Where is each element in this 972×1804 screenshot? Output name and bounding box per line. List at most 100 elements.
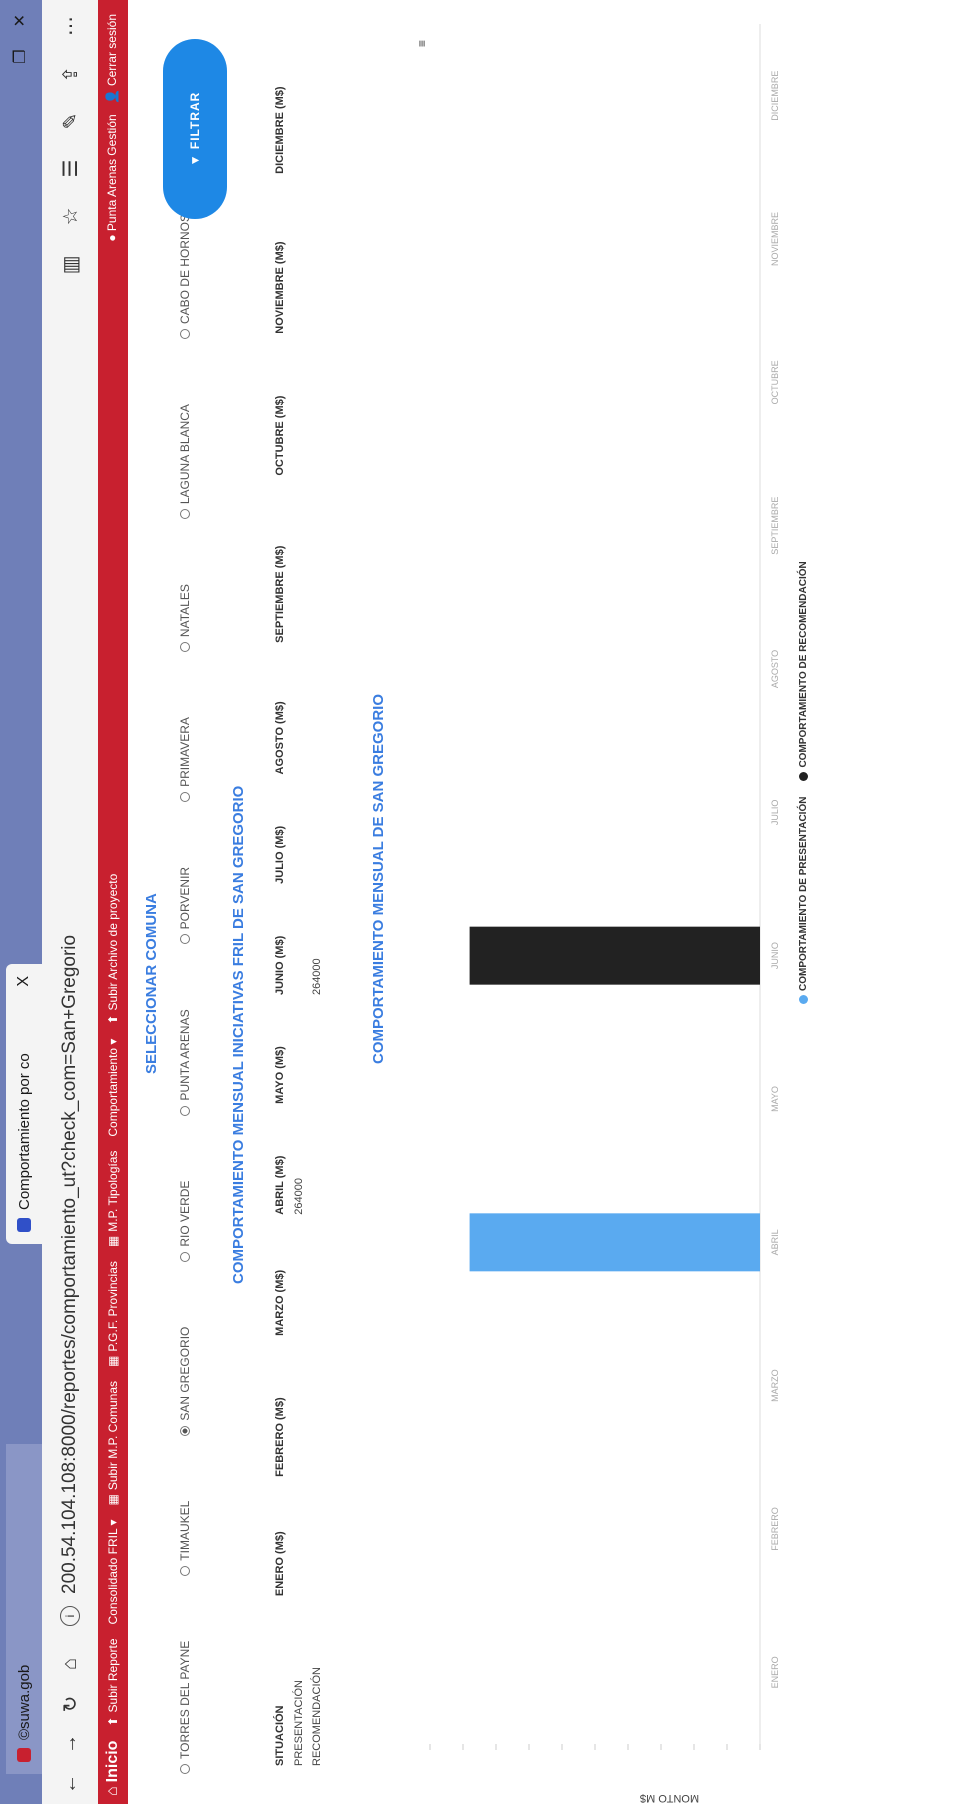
value-cell xyxy=(290,484,308,651)
value-cell xyxy=(308,342,326,484)
x-tick-label: DICIEMBRE xyxy=(770,71,780,121)
column-header: MARZO (M$) xyxy=(274,1269,286,1336)
x-tick-label: ABRIL xyxy=(770,1229,780,1255)
user-icon: 👤 xyxy=(105,89,119,105)
legend-item[interactable]: COMPORTAMIENTO DE RECOMENDACIÓN xyxy=(798,561,809,781)
commune-option[interactable]: TORRES DEL PAYNE xyxy=(178,1641,192,1774)
commune-option[interactable]: PRIMAVERA xyxy=(178,717,192,802)
nav-mp-tipologias[interactable]: ▦ M.P. Tipologías xyxy=(106,1151,120,1248)
upload-icon: ⬆ xyxy=(106,1014,120,1025)
tab-label: ©suwa.gob xyxy=(15,1664,33,1740)
table-row: PRESENTACIÓN 264000 xyxy=(290,29,308,1774)
chart-legend: COMPORTAMIENTO DE PRESENTACIÓN COMPORTAMI… xyxy=(798,561,809,1004)
value-cell xyxy=(290,1223,308,1344)
radio-button[interactable] xyxy=(180,1425,190,1436)
nav-comportamiento[interactable]: Comportamiento ▾ xyxy=(106,1039,120,1137)
favorite-star-icon[interactable]: ☆ xyxy=(58,207,83,225)
situation-cell: RECOMENDACIÓN xyxy=(311,1666,323,1766)
nav-inicio[interactable]: ⌂ Inicio xyxy=(104,1741,122,1796)
radio-button[interactable] xyxy=(180,1565,190,1576)
pen-icon[interactable]: ✎ xyxy=(58,113,83,130)
tab-suwa[interactable]: ©suwa.gob xyxy=(6,1444,42,1774)
column-header: AGOSTO (M$) xyxy=(274,701,286,775)
restore-window-icon[interactable]: ❐ xyxy=(10,49,30,63)
tab-comportamiento[interactable]: Comportamiento por co X xyxy=(6,964,42,1244)
home-icon: ⌂ xyxy=(104,1786,121,1796)
info-icon[interactable]: i xyxy=(60,1606,80,1626)
commune-option-label: LAGUNA BLANCA xyxy=(178,404,192,505)
commune-option[interactable]: LAGUNA BLANCA xyxy=(178,404,192,520)
nav-consolidado-fril[interactable]: Consolidado FRIL ▾ xyxy=(106,1519,120,1624)
table-body: PRESENTACIÓN 264000 RECOMENDACIÓN 264000 xyxy=(290,29,326,1774)
radio-button[interactable] xyxy=(180,1251,190,1262)
nav-pgf-provincias[interactable]: ▦ P.G.F. Provincias xyxy=(106,1261,120,1367)
x-tick-label: SEPTIEMBRE xyxy=(770,497,780,555)
radio-button[interactable] xyxy=(180,642,190,653)
more-icon[interactable]: ⋯ xyxy=(58,16,83,36)
legend-item[interactable]: COMPORTAMIENTO DE PRESENTACIÓN xyxy=(798,797,809,1004)
address-bar: ← → ↻ ⌂ i 200.54.104.108:8000/reportes/c… xyxy=(42,0,99,1804)
value-cell xyxy=(308,782,326,891)
value-cell: 264000 xyxy=(311,958,323,996)
commune-option-label: NATALES xyxy=(178,584,192,638)
x-tick-label: AGOSTO xyxy=(770,650,780,688)
column-header: DICIEMBRE (M$) xyxy=(274,86,286,174)
back-icon[interactable]: ← xyxy=(59,1764,82,1804)
share-icon[interactable]: ⇪ xyxy=(58,66,83,83)
url-text: 200.54.104.108:8000/reportes/comportamie… xyxy=(59,934,80,1594)
refresh-icon[interactable]: ↻ xyxy=(58,1684,83,1724)
nav-gestion[interactable]: ● Punta Arenas Gestión xyxy=(105,114,119,241)
column-header: JUNIO (M$) xyxy=(274,935,286,996)
commune-option[interactable]: PUNTA ARENAS xyxy=(178,1009,192,1116)
commune-option-label: PORVENIR xyxy=(178,866,192,930)
browser-toolbar: ▥ ☆ ☰ ✎ ⇪ ⋯ xyxy=(58,16,83,274)
column-header: SITUACIÓN xyxy=(274,1705,286,1767)
value-cell xyxy=(290,651,308,783)
value-cell xyxy=(308,29,326,182)
commune-option[interactable]: SAN GREGORIO xyxy=(178,1327,192,1436)
bar-recomendacion-junio[interactable] xyxy=(469,926,760,985)
nav-subir-reporte[interactable]: ⬆ Subir Reporte xyxy=(106,1638,120,1726)
value-cell: 264000 xyxy=(293,1178,305,1215)
forward-icon[interactable]: → xyxy=(59,1724,82,1764)
nav-subir-archivo[interactable]: ⬆ Subir Archivo de proyecto xyxy=(106,874,120,1025)
legend-swatch xyxy=(798,995,808,1004)
nav-subir-mp-comunas[interactable]: ▦ Subir M.P. Comunas xyxy=(106,1381,120,1506)
radio-button[interactable] xyxy=(180,791,190,802)
browser-window: ©suwa.gob Comportamiento por co X ❐ ✕ ← … xyxy=(0,0,972,1804)
filter-button[interactable]: ▼ FILTRAR xyxy=(163,39,227,219)
home-icon[interactable]: ⌂ xyxy=(59,1644,82,1684)
nav-user-area: ● Punta Arenas Gestión 👤 Cerrar sesión xyxy=(105,14,119,242)
radio-button[interactable] xyxy=(180,509,190,520)
x-tick-label: ENERO xyxy=(770,1656,780,1688)
app-navbar: ⌂ Inicio ⬆ Subir Reporte Consolidado FRIL… xyxy=(98,0,128,1804)
close-window-icon[interactable]: ✕ xyxy=(10,14,30,27)
nav-cerrar-sesion[interactable]: 👤 Cerrar sesión xyxy=(105,14,119,104)
x-tick-label: MARZO xyxy=(770,1369,780,1402)
commune-option[interactable]: TIMAUKEL xyxy=(178,1501,192,1576)
value-cell xyxy=(308,1223,326,1344)
table-header-row: SITUACIÓN ENERO (M$) FEBRERO (M$) MARZO (M$… xyxy=(270,29,290,1774)
table-title: COMPORTAMIENTO MENSUAL INICIATIVAS FRIL … xyxy=(230,785,247,1284)
monthly-table: SITUACIÓN ENERO (M$) FEBRERO (M$) MARZO (M$… xyxy=(270,29,326,1774)
value-cell xyxy=(290,1003,308,1112)
radio-button[interactable] xyxy=(180,934,190,945)
column-header: OCTUBRE (M$) xyxy=(274,395,286,476)
radio-button[interactable] xyxy=(180,329,190,340)
tab-close-icon[interactable]: X xyxy=(15,976,33,987)
value-cell xyxy=(308,484,326,651)
reading-view-icon[interactable]: ▥ xyxy=(58,255,83,274)
favorites-list-icon[interactable]: ☰ xyxy=(58,160,83,178)
commune-option[interactable]: CABO DE HORNOS xyxy=(178,214,192,340)
commune-option[interactable]: PORVENIR xyxy=(178,866,192,945)
table-row: RECOMENDACIÓN 264000 xyxy=(308,29,326,1774)
url-field[interactable]: i 200.54.104.108:8000/reportes/comportam… xyxy=(59,935,81,1626)
commune-option[interactable]: NATALES xyxy=(178,584,192,653)
bar-presentacion-abril[interactable] xyxy=(469,1213,760,1272)
commune-option-label: SAN GREGORIO xyxy=(178,1326,192,1421)
commune-option[interactable]: RIO VERDE xyxy=(178,1181,192,1262)
radio-button[interactable] xyxy=(180,1105,190,1116)
grid-icon: ▦ xyxy=(106,1355,120,1367)
radio-button[interactable] xyxy=(180,1764,190,1774)
grid-icon: ▦ xyxy=(106,1494,120,1506)
